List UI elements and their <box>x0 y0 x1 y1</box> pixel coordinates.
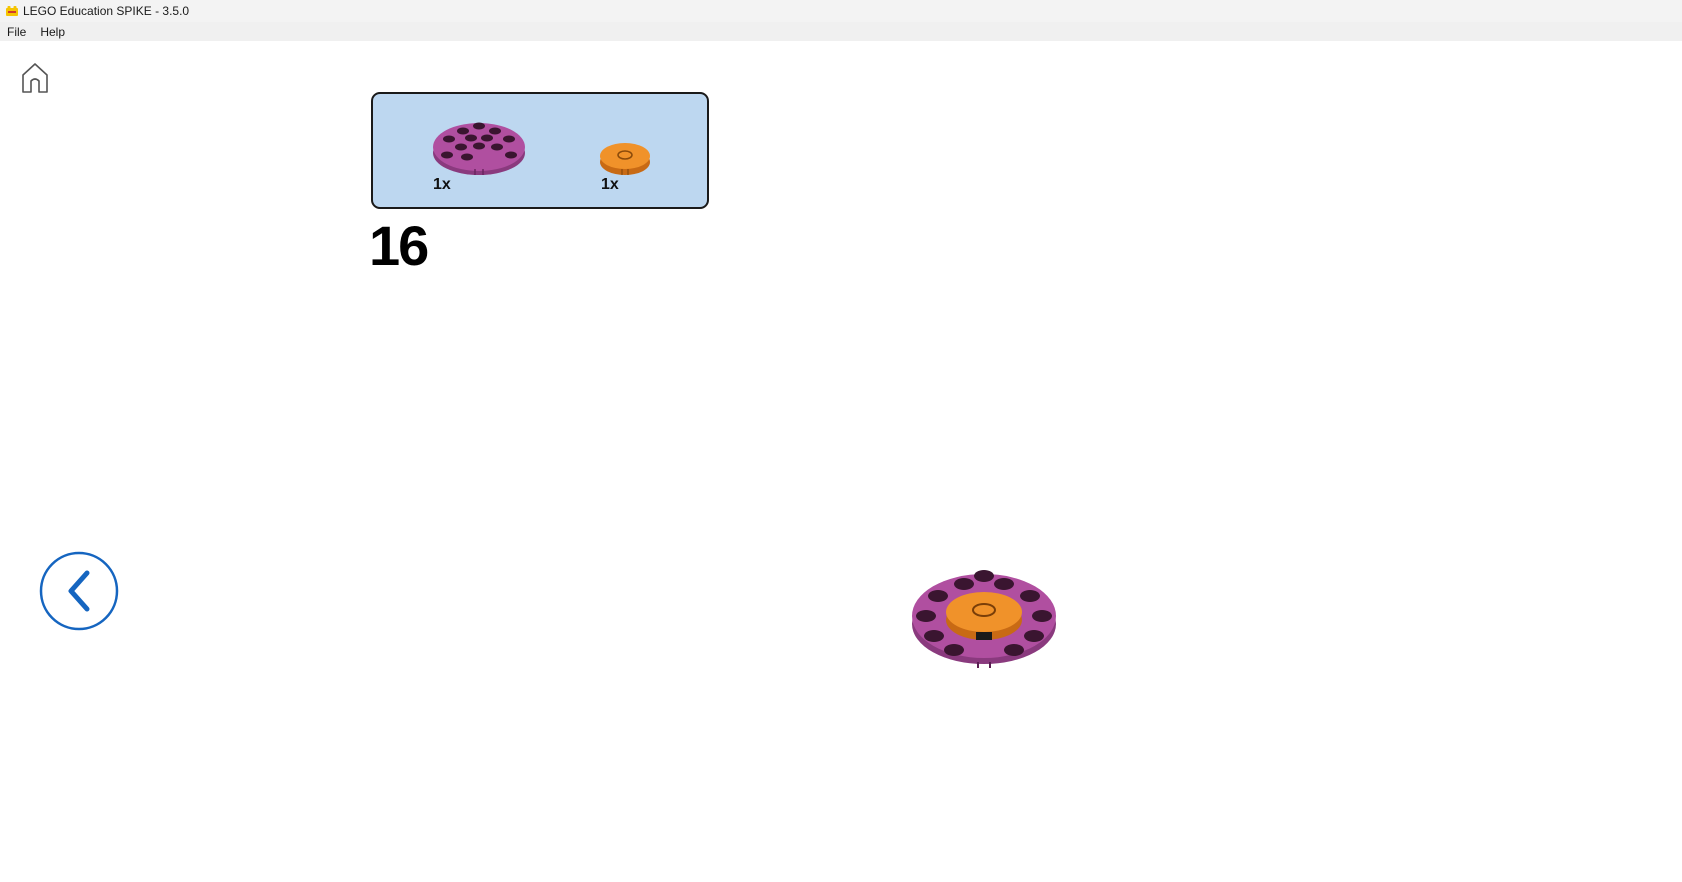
parts-list-box: 1x 1x <box>371 92 709 209</box>
orange-round-tile-icon <box>600 143 650 175</box>
previous-step-button[interactable] <box>39 551 119 631</box>
home-icon <box>22 63 48 93</box>
menu-bar: File Help <box>0 22 1682 41</box>
part-quantity: 1x <box>601 176 619 193</box>
lego-app-icon <box>6 6 18 16</box>
assembled-model-image <box>912 570 1056 668</box>
part-quantity: 1x <box>433 176 451 193</box>
menu-help[interactable]: Help <box>33 25 72 39</box>
window-title: LEGO Education SPIKE - 3.5.0 <box>23 4 190 18</box>
home-button[interactable] <box>20 62 50 94</box>
magenta-round-plate-icon <box>433 122 525 175</box>
step-number: 16 <box>369 214 429 277</box>
title-bar: LEGO Education SPIKE - 3.5.0 <box>0 0 1682 22</box>
chevron-left-circle-icon <box>39 551 119 631</box>
menu-file[interactable]: File <box>0 25 33 39</box>
